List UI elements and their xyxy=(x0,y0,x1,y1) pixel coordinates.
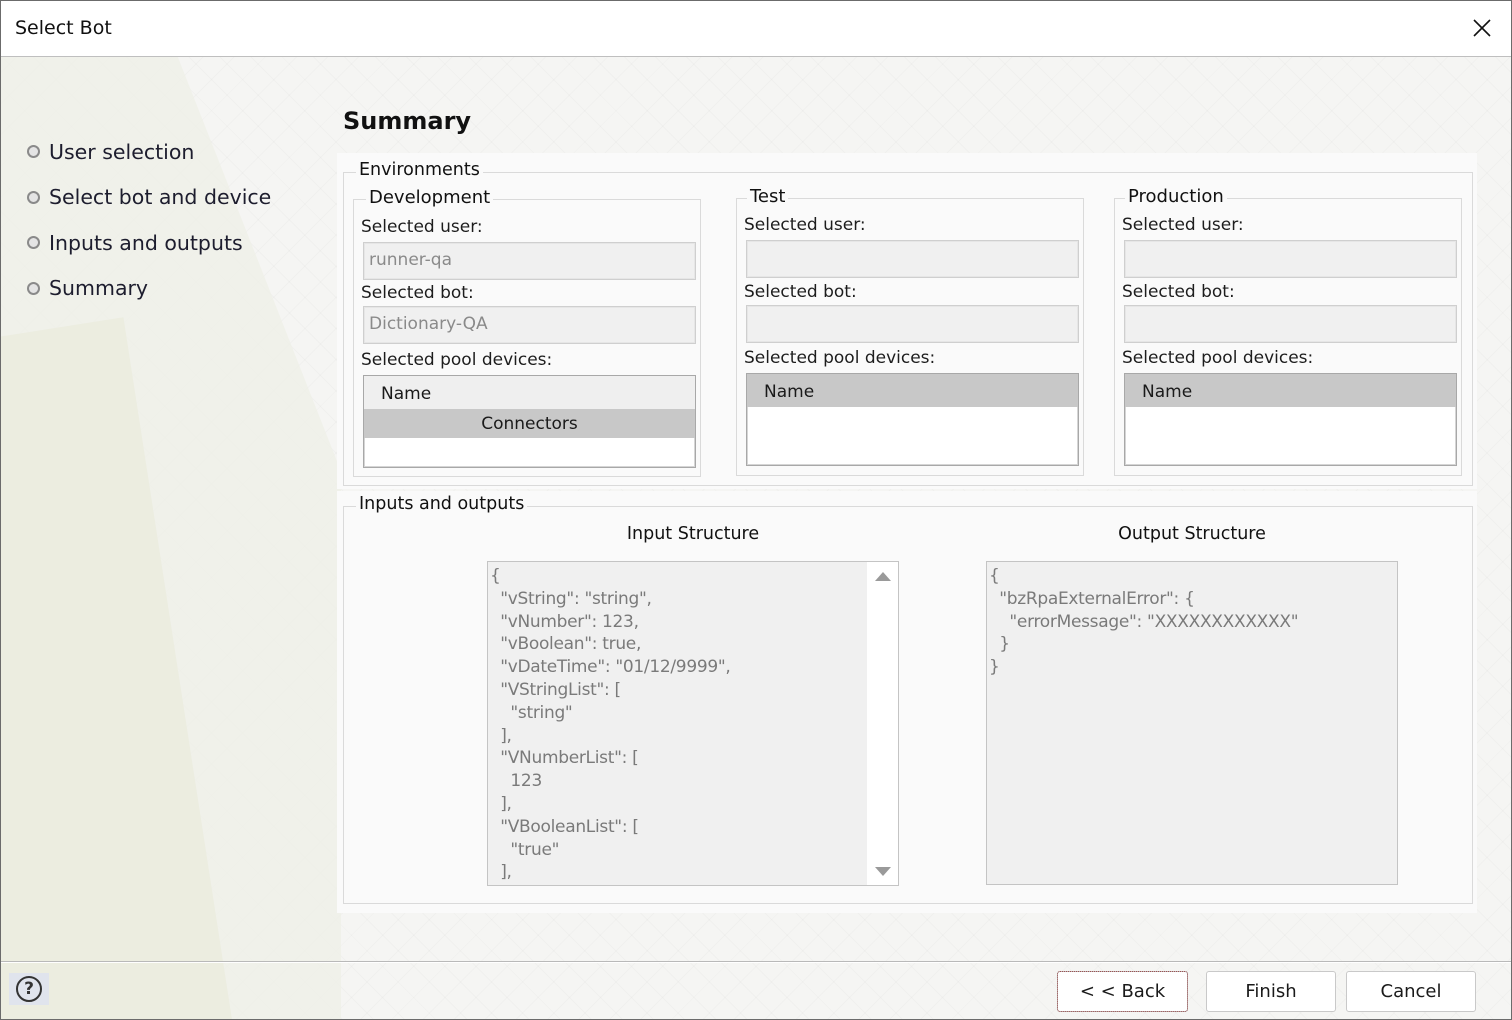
step-user-selection[interactable]: User selection xyxy=(27,129,271,175)
dev-selected-user-field: runner-qa xyxy=(363,242,696,280)
prod-pool-devices-label: Selected pool devices: xyxy=(1122,348,1314,368)
cancel-button[interactable]: Cancel xyxy=(1346,971,1476,1012)
scroll-up-arrow-icon[interactable] xyxy=(867,566,898,586)
wizard-steps: User selection Select bot and device Inp… xyxy=(27,129,271,311)
step-bullet-icon xyxy=(27,236,40,250)
dev-selected-bot-field: Dictionary-QA xyxy=(363,306,696,344)
development-legend: Development xyxy=(366,187,494,208)
help-icon: ? xyxy=(16,976,42,1002)
input-structure-textarea[interactable]: { "vString": "string", "vNumber": 123, "… xyxy=(487,561,899,886)
dev-selected-bot-label: Selected bot: xyxy=(361,283,474,303)
test-legend: Test xyxy=(747,186,789,207)
grid-header-name[interactable]: Name xyxy=(747,374,1078,407)
test-selected-bot-label: Selected bot: xyxy=(744,282,857,302)
footer-divider xyxy=(1,961,1511,963)
io-legend: Inputs and outputs xyxy=(356,494,528,514)
grid-header-name[interactable]: Name xyxy=(1125,374,1456,407)
input-structure-title: Input Structure xyxy=(626,524,760,544)
dev-pool-devices-label: Selected pool devices: xyxy=(361,350,553,370)
step-label: Inputs and outputs xyxy=(49,230,243,255)
test-selected-user-field xyxy=(746,240,1079,278)
step-summary[interactable]: Summary xyxy=(27,266,271,312)
step-label: Select bot and device xyxy=(49,185,272,210)
step-bullet-icon xyxy=(27,145,40,159)
step-label: Summary xyxy=(49,276,149,301)
title-bar: Select Bot xyxy=(1,1,1511,57)
close-icon[interactable] xyxy=(1469,15,1495,41)
prod-pool-devices-grid: Name xyxy=(1124,373,1457,466)
step-inputs-and-outputs[interactable]: Inputs and outputs xyxy=(27,220,271,266)
input-structure-scrollbar[interactable] xyxy=(867,562,898,885)
back-button[interactable]: < < Back xyxy=(1057,971,1188,1012)
step-bullet-icon xyxy=(27,281,40,295)
output-structure-title: Output Structure xyxy=(1118,524,1266,544)
step-label: User selection xyxy=(49,139,195,164)
page-title: Summary xyxy=(343,107,472,135)
prod-selected-bot-label: Selected bot: xyxy=(1122,282,1235,302)
prod-selected-user-field xyxy=(1124,240,1457,278)
window-title: Select Bot xyxy=(15,17,112,39)
grid-row[interactable]: Connectors xyxy=(364,409,695,438)
prod-selected-user-label: Selected user: xyxy=(1122,215,1244,235)
prod-selected-bot-field xyxy=(1124,305,1457,343)
finish-button[interactable]: Finish xyxy=(1206,971,1336,1012)
step-bullet-icon xyxy=(27,190,40,204)
dev-pool-devices-grid: Name Connectors xyxy=(363,375,696,468)
test-pool-devices-grid: Name xyxy=(746,373,1079,466)
environments-legend: Environments xyxy=(356,160,483,180)
test-selected-user-label: Selected user: xyxy=(744,215,866,235)
test-pool-devices-label: Selected pool devices: xyxy=(744,348,936,368)
production-legend: Production xyxy=(1125,186,1227,207)
output-structure-textarea[interactable]: { "bzRpaExternalError": { "errorMessage"… xyxy=(986,561,1398,885)
help-button[interactable]: ? xyxy=(9,973,49,1005)
test-selected-bot-field xyxy=(746,305,1079,343)
scroll-down-arrow-icon[interactable] xyxy=(867,861,898,881)
grid-header-name[interactable]: Name xyxy=(364,376,695,409)
dev-selected-user-label: Selected user: xyxy=(361,217,483,237)
step-select-bot-and-device[interactable]: Select bot and device xyxy=(27,175,271,221)
select-bot-dialog: Select Bot User selection Select bot and… xyxy=(0,0,1512,1020)
